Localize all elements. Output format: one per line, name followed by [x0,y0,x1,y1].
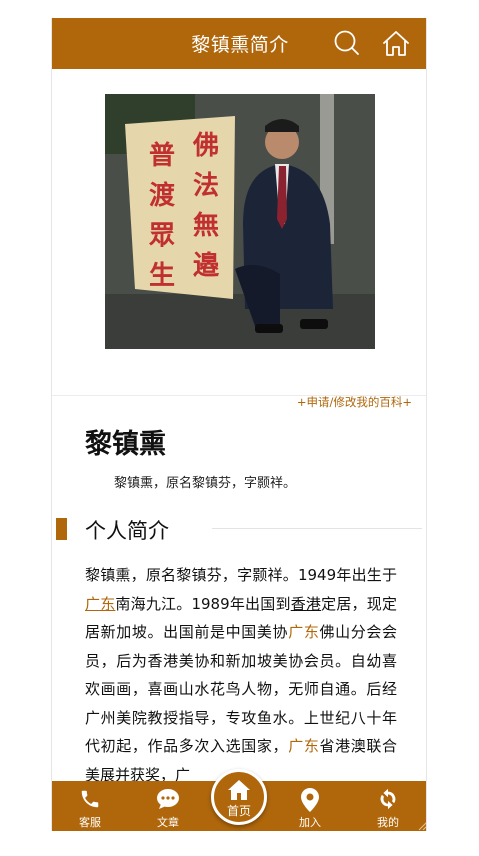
page-title: 黎镇熏简介 [191,34,289,56]
search-icon[interactable] [332,28,362,58]
biography-text: 黎镇熏，原名黎镇芬，字颢祥。1949年出生于广东南海九江。1989年出国到香港定… [85,561,397,789]
nav-label: 文章 [157,816,179,829]
person-name: 黎镇熏 [85,429,166,460]
page-frame: 黎镇熏简介 佛 法 無 邉 普 渡 眾 生 +申请/修改我的百科+ 黎镇熏 黎镇… [51,18,427,831]
rock-char: 佛 [192,131,219,161]
link-hongkong[interactable]: 香港 [291,595,321,613]
rock-char: 法 [193,171,219,201]
rock-char: 渡 [149,180,176,211]
refresh-icon [380,788,396,810]
top-header: 黎镇熏简介 [52,18,426,69]
nav-label: 客服 [79,816,101,829]
rock-char: 生 [149,261,175,291]
chat-icon [157,789,179,809]
location-pin-icon [301,788,319,812]
bottom-nav: 客服 文章 首页 加入 我的 [52,769,427,831]
rock-char: 邉 [193,250,220,281]
nav-label: 首页 [226,804,251,818]
highlight-guangdong[interactable]: 广东 [288,623,319,641]
bio-segment: 南海九江。1989年出国到 [115,594,291,613]
profile-photo-area: 佛 法 無 邉 普 渡 眾 生 [52,69,426,396]
nav-item-join[interactable]: 加入 [280,781,340,831]
edit-encyclopedia-link[interactable]: +申请/修改我的百科+ [297,394,412,410]
highlight-guangdong[interactable]: 广东 [288,737,319,755]
nav-item-service[interactable]: 客服 [60,781,120,831]
resize-grip-icon[interactable] [417,820,427,830]
profile-photo: 佛 法 無 邉 普 渡 眾 生 [105,94,375,349]
person-summary: 黎镇熏，原名黎镇芬，字颢祥。 [114,476,297,491]
section-marker [56,518,67,540]
home-icon [228,780,250,800]
rock-char: 無 [193,211,219,241]
nav-label: 我的 [377,816,399,829]
home-icon[interactable] [381,28,411,58]
phone-icon [81,790,99,808]
rock-char: 眾 [148,221,175,251]
rock-char: 普 [149,140,175,171]
bio-segment: 佛山分会会员，后为香港美协和新加坡美协会员。自幼喜欢画画，喜画山水花鸟人物，无师… [85,623,397,755]
bio-segment: 黎镇熏，原名黎镇芬，字颢祥。1949年出生于 [85,566,397,584]
nav-item-mine[interactable]: 我的 [358,781,418,831]
nav-item-home[interactable]: 首页 [211,769,267,825]
section-divider [212,528,422,529]
link-guangdong[interactable]: 广东 [85,595,115,613]
nav-label: 加入 [299,816,321,829]
nav-item-articles[interactable]: 文章 [138,781,198,831]
section-title: 个人简介 [85,519,169,543]
